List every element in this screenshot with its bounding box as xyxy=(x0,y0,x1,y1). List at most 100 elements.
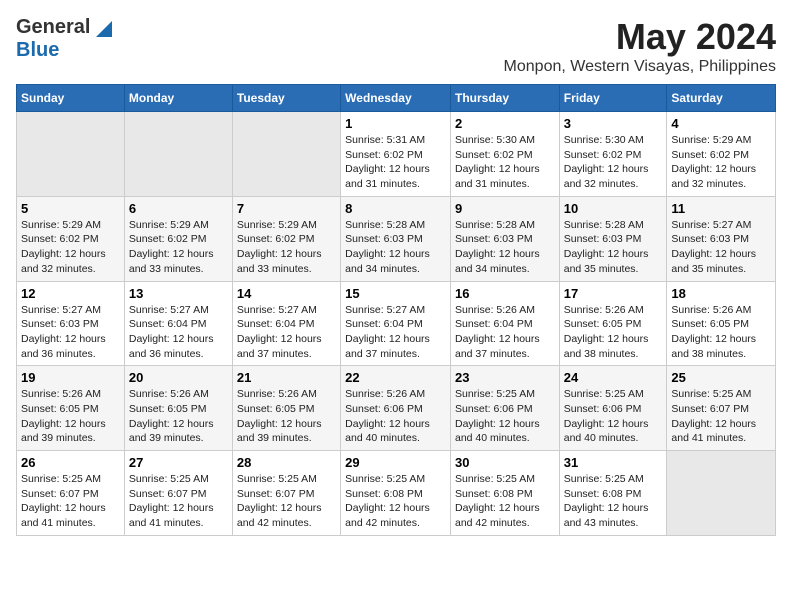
header-day-thursday: Thursday xyxy=(450,85,559,112)
daylight-text: Daylight: 12 hours and 42 minutes. xyxy=(345,501,446,530)
daylight-text: Daylight: 12 hours and 41 minutes. xyxy=(671,417,771,446)
day-number: 23 xyxy=(455,370,555,385)
calendar-cell: 1 Sunrise: 5:31 AM Sunset: 6:02 PM Dayli… xyxy=(341,112,451,197)
logo-general: General xyxy=(16,16,90,39)
daylight-text: Daylight: 12 hours and 38 minutes. xyxy=(564,332,663,361)
daylight-text: Daylight: 12 hours and 36 minutes. xyxy=(21,332,120,361)
sunrise-text: Sunrise: 5:26 AM xyxy=(671,303,771,318)
sunrise-text: Sunrise: 5:29 AM xyxy=(671,133,771,148)
daylight-text: Daylight: 12 hours and 33 minutes. xyxy=(237,247,336,276)
calendar-cell: 26 Sunrise: 5:25 AM Sunset: 6:07 PM Dayl… xyxy=(17,451,125,536)
sunrise-text: Sunrise: 5:30 AM xyxy=(564,133,663,148)
sunset-text: Sunset: 6:05 PM xyxy=(129,402,228,417)
calendar-week-5: 26 Sunrise: 5:25 AM Sunset: 6:07 PM Dayl… xyxy=(17,451,776,536)
sunset-text: Sunset: 6:02 PM xyxy=(129,232,228,247)
day-number: 7 xyxy=(237,201,336,216)
daylight-text: Daylight: 12 hours and 40 minutes. xyxy=(345,417,446,446)
sunrise-text: Sunrise: 5:28 AM xyxy=(345,218,446,233)
sunrise-text: Sunrise: 5:25 AM xyxy=(455,387,555,402)
calendar-cell: 3 Sunrise: 5:30 AM Sunset: 6:02 PM Dayli… xyxy=(559,112,667,197)
calendar-cell xyxy=(17,112,125,197)
daylight-text: Daylight: 12 hours and 33 minutes. xyxy=(129,247,228,276)
sunrise-text: Sunrise: 5:31 AM xyxy=(345,133,446,148)
calendar-week-1: 1 Sunrise: 5:31 AM Sunset: 6:02 PM Dayli… xyxy=(17,112,776,197)
sunrise-text: Sunrise: 5:25 AM xyxy=(21,472,120,487)
calendar-week-3: 12 Sunrise: 5:27 AM Sunset: 6:03 PM Dayl… xyxy=(17,281,776,366)
day-number: 15 xyxy=(345,286,446,301)
calendar-cell: 18 Sunrise: 5:26 AM Sunset: 6:05 PM Dayl… xyxy=(667,281,776,366)
sunset-text: Sunset: 6:08 PM xyxy=(345,487,446,502)
calendar-cell xyxy=(667,451,776,536)
sunrise-text: Sunrise: 5:26 AM xyxy=(345,387,446,402)
calendar-cell: 9 Sunrise: 5:28 AM Sunset: 6:03 PM Dayli… xyxy=(450,196,559,281)
day-number: 25 xyxy=(671,370,771,385)
calendar-cell: 6 Sunrise: 5:29 AM Sunset: 6:02 PM Dayli… xyxy=(124,196,232,281)
sunset-text: Sunset: 6:05 PM xyxy=(21,402,120,417)
daylight-text: Daylight: 12 hours and 35 minutes. xyxy=(564,247,663,276)
sunset-text: Sunset: 6:02 PM xyxy=(671,148,771,163)
sunset-text: Sunset: 6:03 PM xyxy=(455,232,555,247)
day-number: 19 xyxy=(21,370,120,385)
calendar-cell: 13 Sunrise: 5:27 AM Sunset: 6:04 PM Dayl… xyxy=(124,281,232,366)
sunset-text: Sunset: 6:06 PM xyxy=(564,402,663,417)
sunrise-text: Sunrise: 5:28 AM xyxy=(564,218,663,233)
daylight-text: Daylight: 12 hours and 31 minutes. xyxy=(345,162,446,191)
daylight-text: Daylight: 12 hours and 32 minutes. xyxy=(21,247,120,276)
day-number: 11 xyxy=(671,201,771,216)
sunrise-text: Sunrise: 5:25 AM xyxy=(345,472,446,487)
header-day-saturday: Saturday xyxy=(667,85,776,112)
sunrise-text: Sunrise: 5:27 AM xyxy=(345,303,446,318)
sunrise-text: Sunrise: 5:25 AM xyxy=(129,472,228,487)
day-number: 12 xyxy=(21,286,120,301)
daylight-text: Daylight: 12 hours and 37 minutes. xyxy=(345,332,446,361)
sunset-text: Sunset: 6:02 PM xyxy=(345,148,446,163)
day-number: 6 xyxy=(129,201,228,216)
sunset-text: Sunset: 6:03 PM xyxy=(21,317,120,332)
calendar-cell: 7 Sunrise: 5:29 AM Sunset: 6:02 PM Dayli… xyxy=(232,196,340,281)
sunset-text: Sunset: 6:04 PM xyxy=(345,317,446,332)
sunset-text: Sunset: 6:07 PM xyxy=(129,487,228,502)
sunset-text: Sunset: 6:03 PM xyxy=(671,232,771,247)
sunrise-text: Sunrise: 5:27 AM xyxy=(671,218,771,233)
day-number: 2 xyxy=(455,116,555,131)
calendar-table: SundayMondayTuesdayWednesdayThursdayFrid… xyxy=(16,84,776,536)
daylight-text: Daylight: 12 hours and 41 minutes. xyxy=(21,501,120,530)
sunrise-text: Sunrise: 5:29 AM xyxy=(129,218,228,233)
calendar-cell: 24 Sunrise: 5:25 AM Sunset: 6:06 PM Dayl… xyxy=(559,366,667,451)
day-number: 30 xyxy=(455,455,555,470)
header-day-sunday: Sunday xyxy=(17,85,125,112)
sunset-text: Sunset: 6:07 PM xyxy=(237,487,336,502)
calendar-cell: 31 Sunrise: 5:25 AM Sunset: 6:08 PM Dayl… xyxy=(559,451,667,536)
calendar-week-4: 19 Sunrise: 5:26 AM Sunset: 6:05 PM Dayl… xyxy=(17,366,776,451)
sunrise-text: Sunrise: 5:28 AM xyxy=(455,218,555,233)
header-day-friday: Friday xyxy=(559,85,667,112)
calendar-cell: 23 Sunrise: 5:25 AM Sunset: 6:06 PM Dayl… xyxy=(450,366,559,451)
calendar-cell xyxy=(124,112,232,197)
day-number: 4 xyxy=(671,116,771,131)
sunrise-text: Sunrise: 5:25 AM xyxy=(237,472,336,487)
calendar-cell: 29 Sunrise: 5:25 AM Sunset: 6:08 PM Dayl… xyxy=(341,451,451,536)
day-number: 29 xyxy=(345,455,446,470)
sunset-text: Sunset: 6:06 PM xyxy=(345,402,446,417)
calendar-header-row: SundayMondayTuesdayWednesdayThursdayFrid… xyxy=(17,85,776,112)
sunrise-text: Sunrise: 5:27 AM xyxy=(129,303,228,318)
day-number: 10 xyxy=(564,201,663,216)
calendar-cell: 12 Sunrise: 5:27 AM Sunset: 6:03 PM Dayl… xyxy=(17,281,125,366)
header-day-wednesday: Wednesday xyxy=(341,85,451,112)
daylight-text: Daylight: 12 hours and 37 minutes. xyxy=(455,332,555,361)
day-number: 28 xyxy=(237,455,336,470)
sunset-text: Sunset: 6:04 PM xyxy=(129,317,228,332)
calendar-cell: 27 Sunrise: 5:25 AM Sunset: 6:07 PM Dayl… xyxy=(124,451,232,536)
daylight-text: Daylight: 12 hours and 41 minutes. xyxy=(129,501,228,530)
day-number: 26 xyxy=(21,455,120,470)
day-number: 31 xyxy=(564,455,663,470)
daylight-text: Daylight: 12 hours and 39 minutes. xyxy=(237,417,336,446)
calendar-cell: 11 Sunrise: 5:27 AM Sunset: 6:03 PM Dayl… xyxy=(667,196,776,281)
daylight-text: Daylight: 12 hours and 35 minutes. xyxy=(671,247,771,276)
sunset-text: Sunset: 6:05 PM xyxy=(564,317,663,332)
calendar-cell: 14 Sunrise: 5:27 AM Sunset: 6:04 PM Dayl… xyxy=(232,281,340,366)
daylight-text: Daylight: 12 hours and 40 minutes. xyxy=(455,417,555,446)
sunrise-text: Sunrise: 5:26 AM xyxy=(21,387,120,402)
day-number: 13 xyxy=(129,286,228,301)
daylight-text: Daylight: 12 hours and 32 minutes. xyxy=(671,162,771,191)
